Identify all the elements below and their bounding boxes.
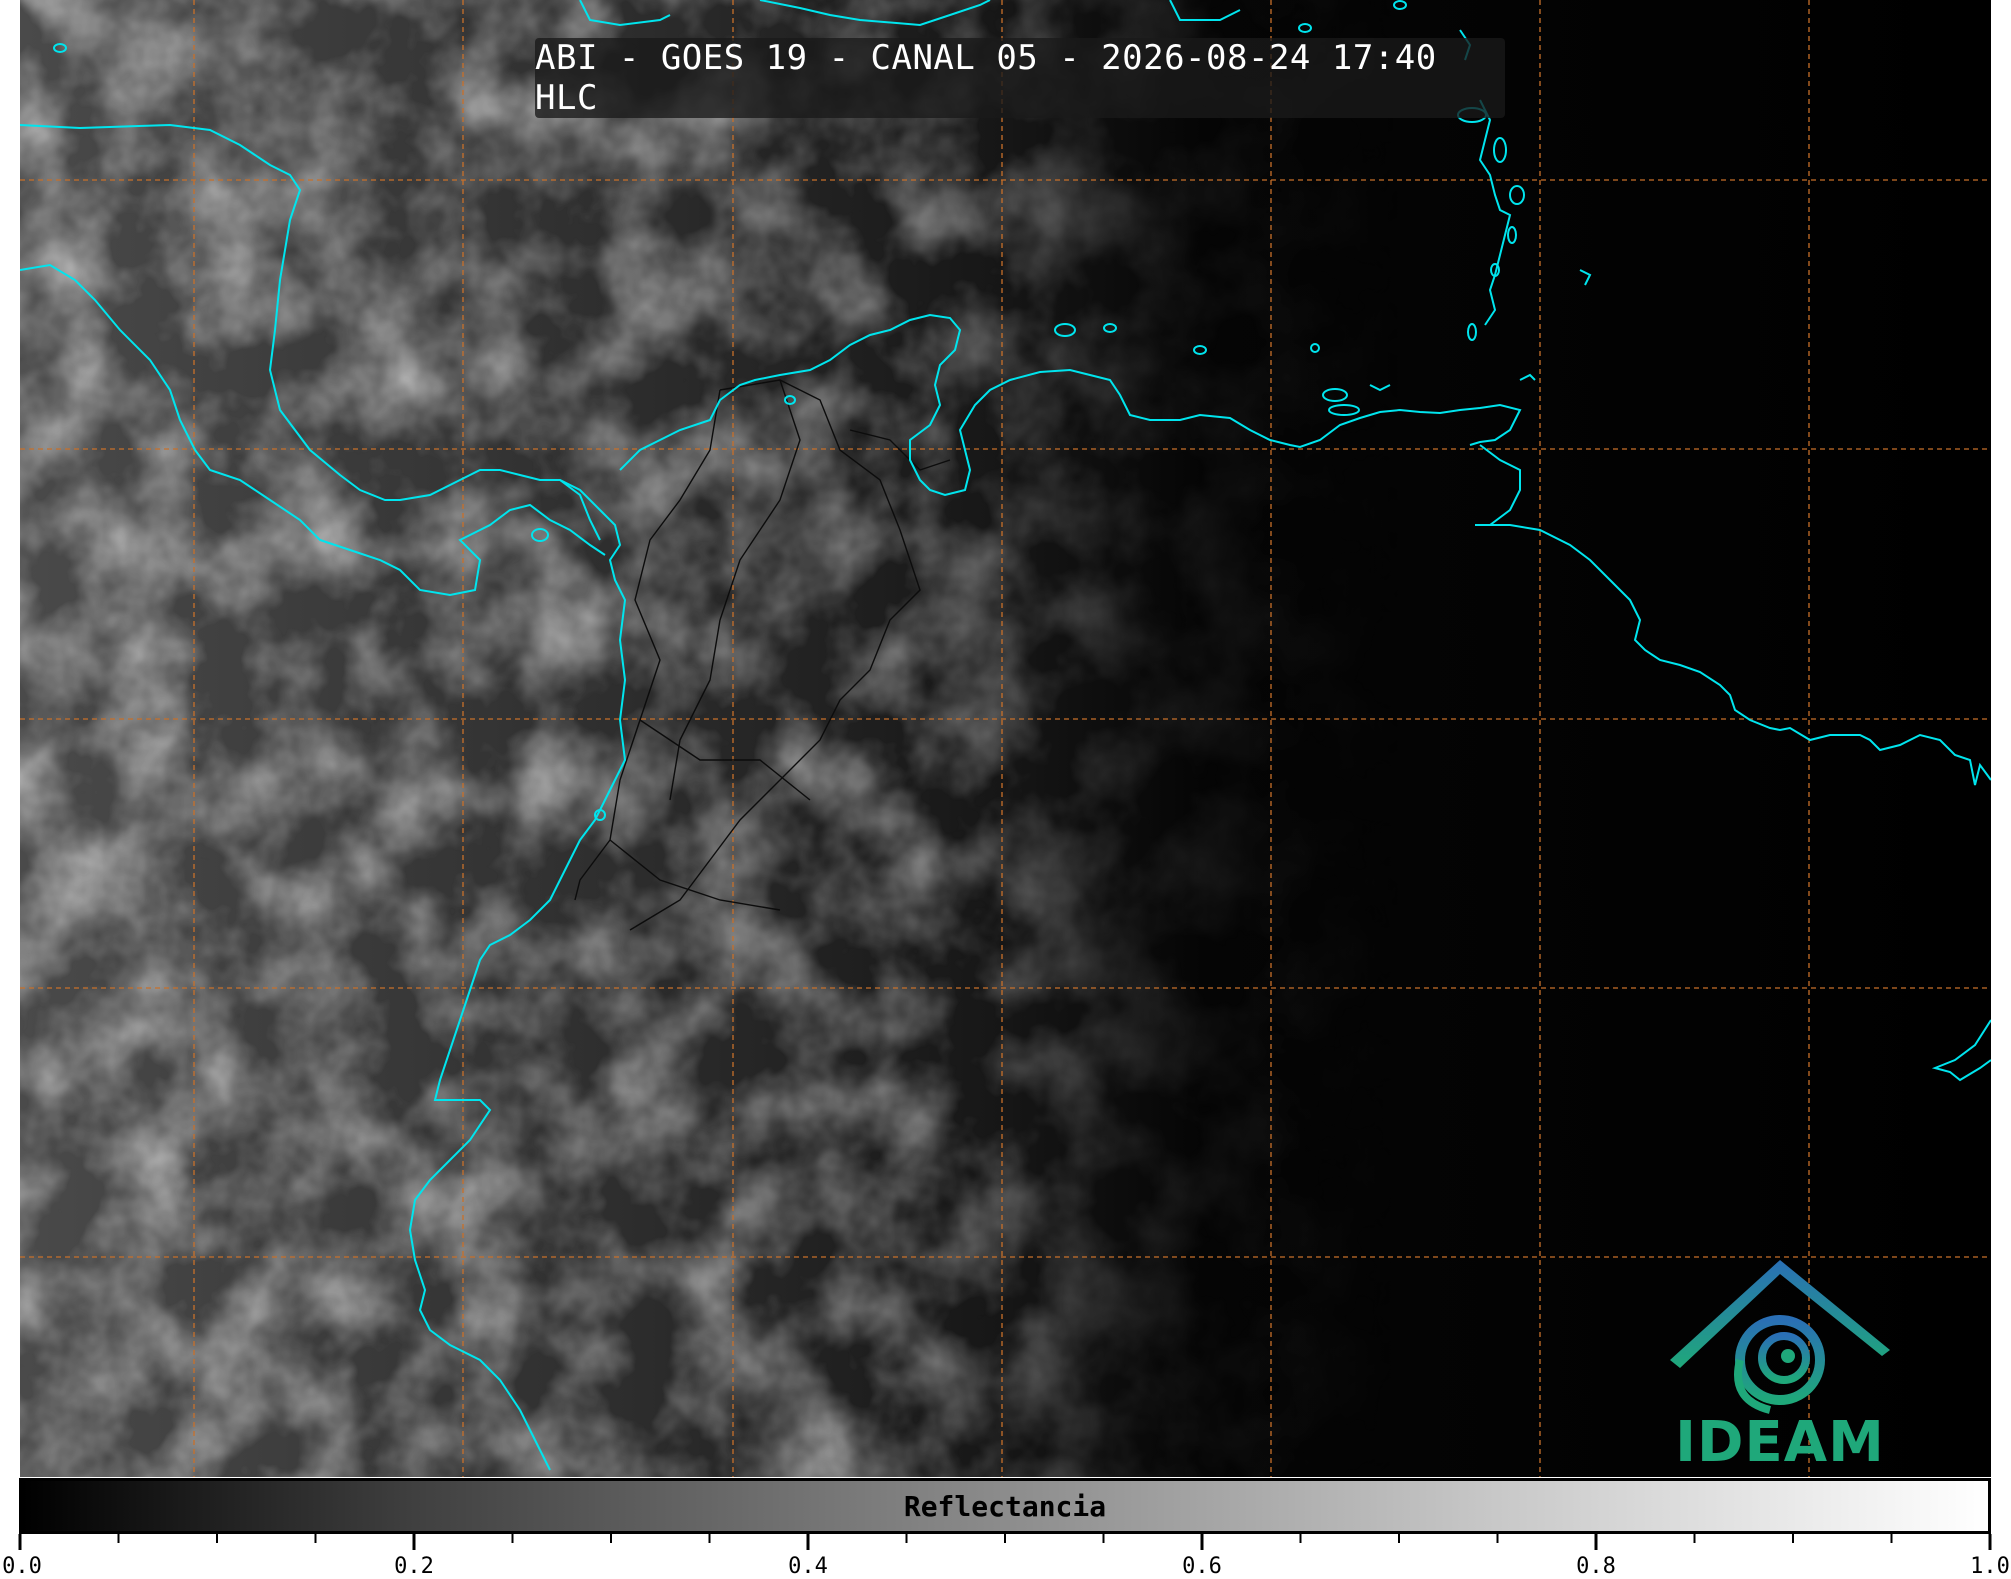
tick-label: 0.4 [788,1554,828,1579]
colorbar-label: Reflectancia [903,1489,1107,1523]
map-title: ABI - GOES 19 - CANAL 05 - 2026-08-24 17… [535,38,1437,118]
ideam-logo-mark [1670,1260,1890,1414]
colorbar-ticks [18,1534,1992,1550]
tick-label: 0.2 [394,1554,434,1579]
tick-label: 0.8 [1576,1554,1616,1579]
satellite-map[interactable]: ABI - GOES 19 - CANAL 05 - 2026-08-24 17… [20,0,1991,1477]
tick-label: 0.0 [2,1554,42,1579]
title-box: ABI - GOES 19 - CANAL 05 - 2026-08-24 17… [535,38,1505,118]
tick-label: 1.0 [1970,1554,2010,1579]
colorbar: Reflectancia [19,1478,1991,1534]
ideam-logo: IDEAM [1660,1250,1900,1475]
logo-text: IDEAM [1675,1410,1885,1475]
tick-label: 0.6 [1182,1554,1222,1579]
